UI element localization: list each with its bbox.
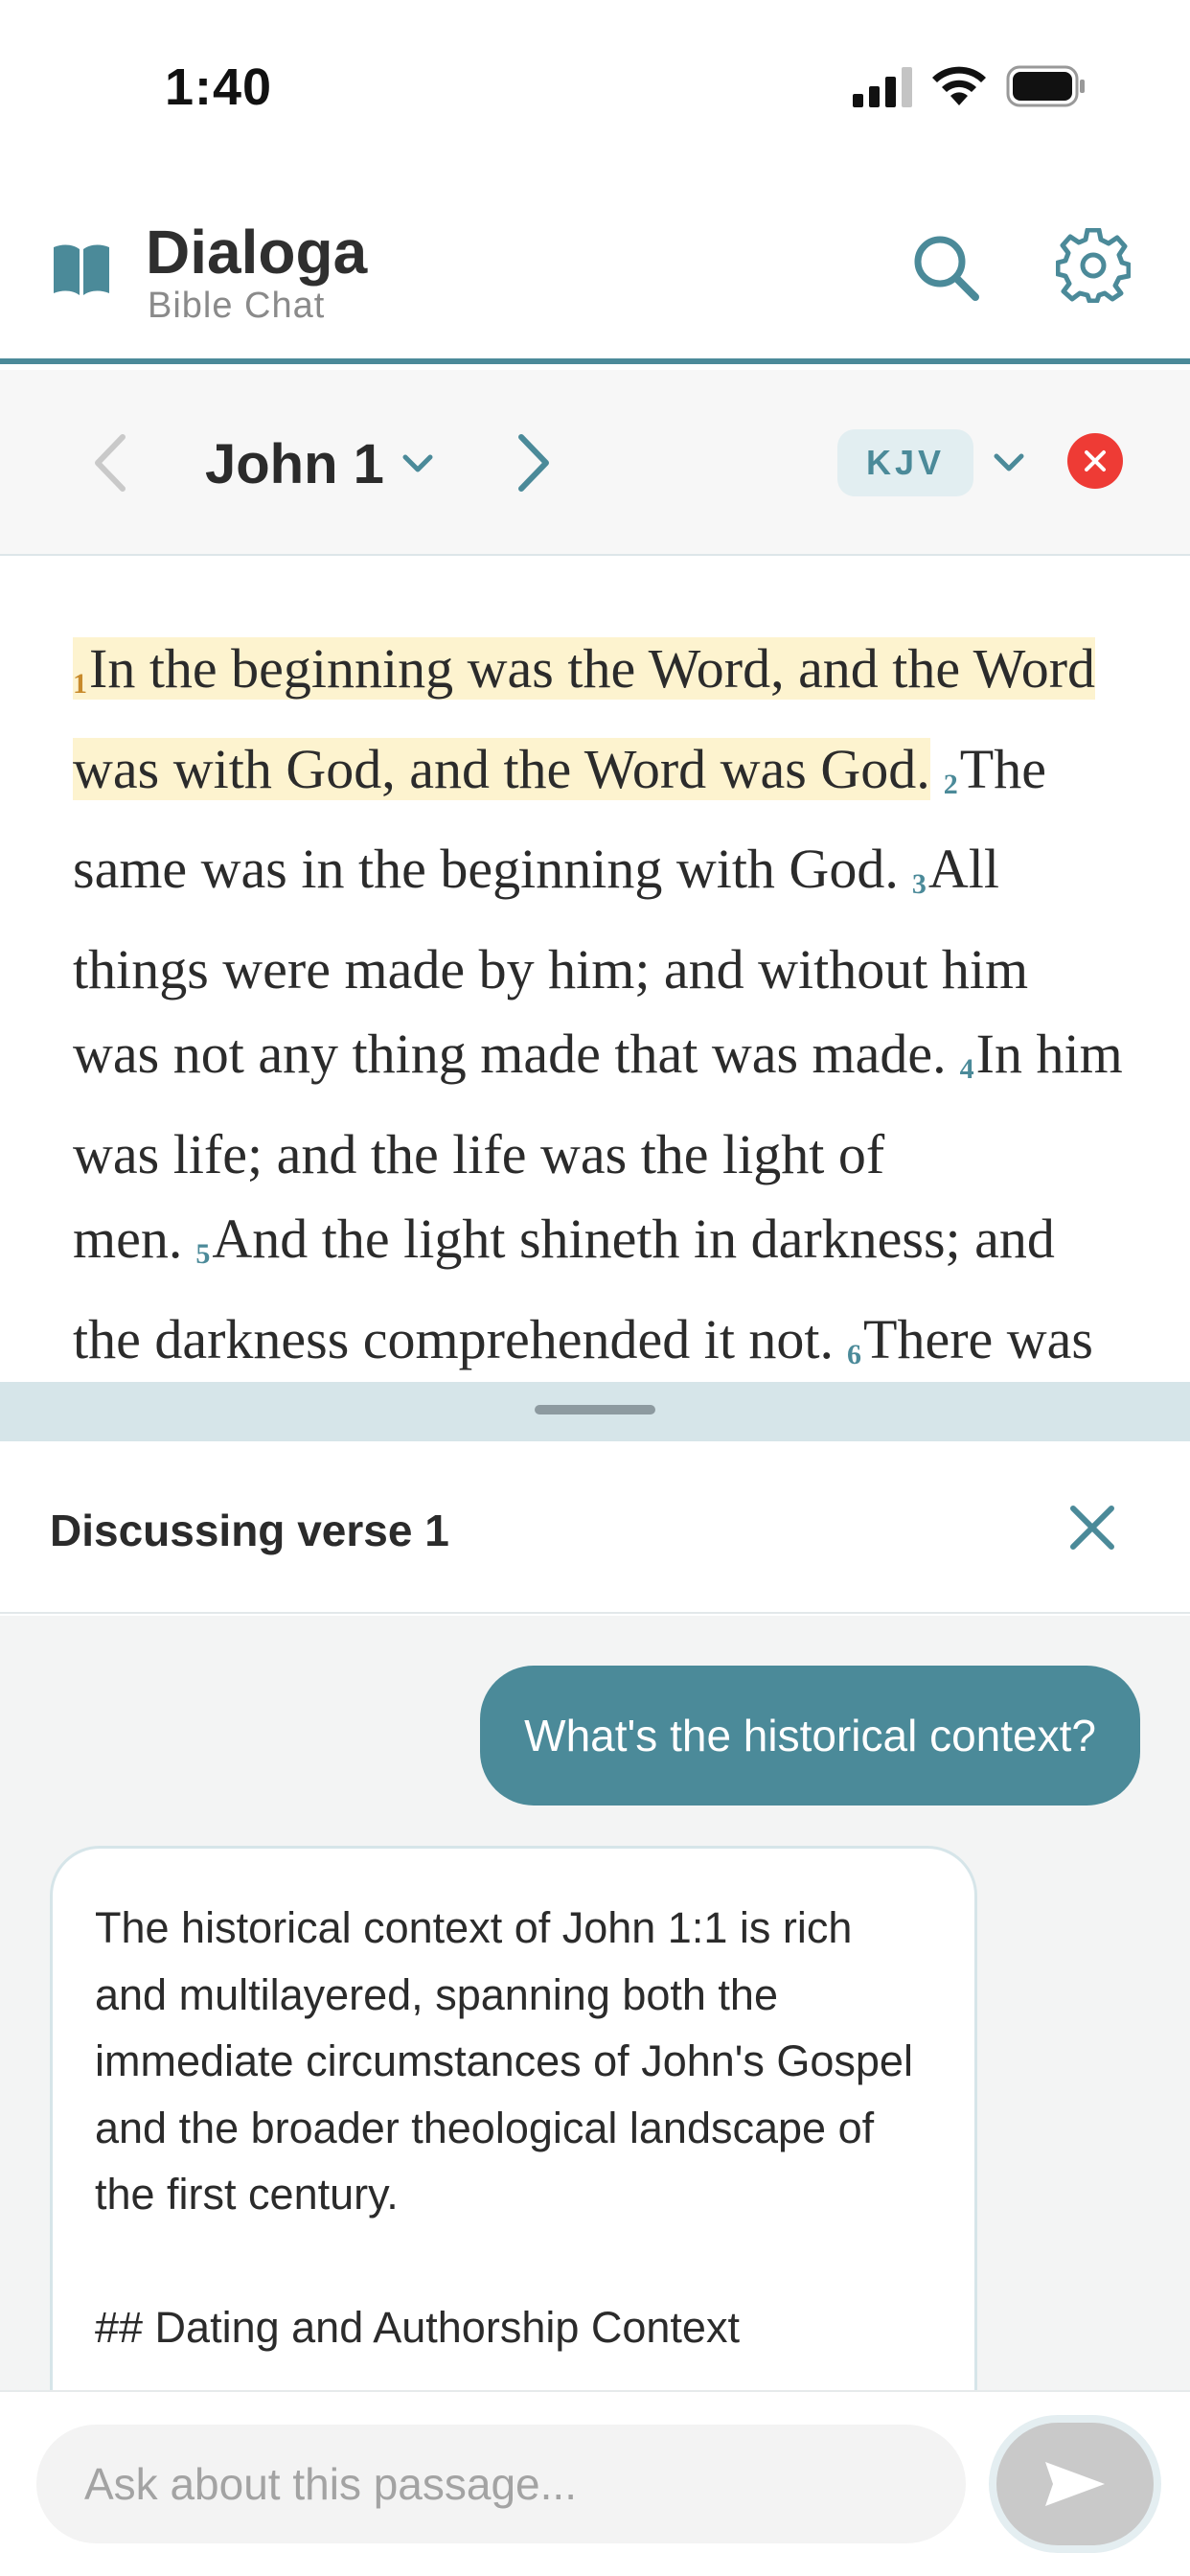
message-input-bar: [0, 2390, 1190, 2576]
gear-icon[interactable]: [1056, 228, 1131, 303]
version-badge: KJV: [837, 429, 974, 496]
search-icon[interactable]: [910, 232, 981, 303]
app-subtitle: Bible Chat: [148, 286, 326, 326]
verse-number: 6: [847, 1338, 862, 1370]
assistant-heading: ## Dating and Authorship Context: [95, 2303, 740, 2352]
send-icon: [1045, 2462, 1105, 2506]
close-icon[interactable]: [1065, 1501, 1119, 1554]
close-circle-icon: [1085, 450, 1106, 472]
status-time: 1:40: [165, 58, 273, 116]
verse-number: 1: [73, 668, 87, 700]
app-title: Dialoga: [146, 218, 368, 287]
message-input[interactable]: [36, 2425, 966, 2543]
verse-text: In the beginning was the Word, and the W…: [73, 637, 1096, 800]
chapter-selector[interactable]: John 1: [205, 427, 434, 500]
verse-number: 5: [195, 1238, 211, 1270]
chevron-down-icon: [402, 454, 433, 472]
battery-icon: [1006, 65, 1085, 107]
open-book-icon: [54, 244, 109, 295]
scripture-panel[interactable]: 1In the beginning was the Word, and the …: [0, 558, 1190, 1382]
chevron-left-icon[interactable]: [88, 429, 132, 496]
chevron-down-icon: [994, 453, 1024, 472]
chapter-nav-bar: John 1 KJV: [0, 370, 1190, 556]
panel-resize-bar[interactable]: [0, 1382, 1190, 1441]
assistant-message-bubble: The historical context of John 1:1 is ri…: [50, 1846, 977, 2390]
user-message-bubble: What's the historical context?: [480, 1666, 1140, 1806]
version-selector[interactable]: KJV: [837, 429, 1025, 496]
assistant-paragraph: The historical context of John 1:1 is ri…: [95, 1903, 913, 2219]
send-button[interactable]: [996, 2423, 1154, 2545]
drag-handle[interactable]: [535, 1405, 655, 1414]
chapter-label: John 1: [205, 432, 384, 495]
verse-1-highlighted[interactable]: 1In the beginning was the Word, and the …: [73, 637, 1096, 800]
wifi-icon: [932, 66, 986, 105]
app-header: Dialoga Bible Chat: [0, 172, 1190, 364]
verse-number: 4: [959, 1053, 974, 1085]
verse-number: 3: [911, 868, 927, 900]
status-bar: 1:40: [0, 0, 1190, 172]
discussion-title: Discussing verse 1: [50, 1506, 449, 1555]
scripture-text: 1In the beginning was the Word, and the …: [73, 627, 1127, 1382]
verse-number: 2: [943, 768, 958, 800]
cellular-signal-icon: [853, 67, 912, 107]
discussion-header: Discussing verse 1: [0, 1441, 1190, 1614]
chevron-right-icon[interactable]: [512, 429, 556, 496]
chat-thread[interactable]: What's the historical context? The histo…: [0, 1616, 1190, 2390]
close-reader-button[interactable]: [1067, 433, 1123, 489]
